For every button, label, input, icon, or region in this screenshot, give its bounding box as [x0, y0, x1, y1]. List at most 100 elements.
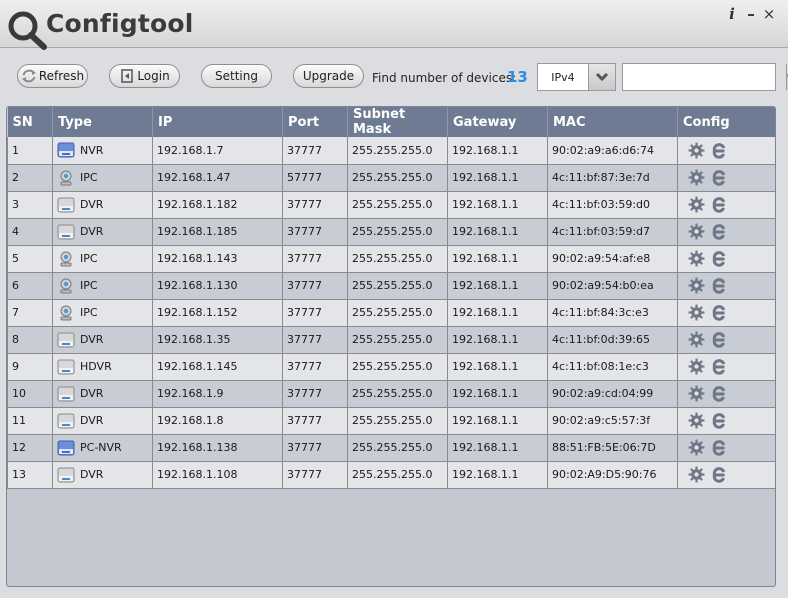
cell-gateway: 192.168.1.1: [447, 272, 548, 300]
device-config-button[interactable]: [688, 277, 705, 294]
table-row[interactable]: 2 IPC 192.168.1.47 57777 255.255.255.0 192.16…: [7, 164, 775, 192]
web-login-button[interactable]: [711, 466, 727, 483]
cell-ip: 192.168.1.35: [152, 326, 283, 354]
app-title: Configtool: [46, 9, 194, 38]
setting-button[interactable]: Setting: [201, 64, 272, 88]
column-header-sn[interactable]: SN: [7, 107, 53, 137]
setting-label: Setting: [215, 69, 258, 83]
minimize-button[interactable]: –: [743, 5, 759, 23]
web-login-button[interactable]: [711, 331, 727, 348]
cell-type: DVR: [52, 380, 153, 408]
refresh-label: Refresh: [38, 69, 85, 83]
search-input[interactable]: [623, 64, 786, 90]
table-row[interactable]: 4 DVR 192.168.1.185 37777 255.255.255.0 192.1…: [7, 218, 775, 246]
device-config-button[interactable]: [688, 250, 705, 267]
device-config-button[interactable]: [688, 412, 705, 429]
web-login-button[interactable]: [711, 358, 727, 375]
device-config-button[interactable]: [688, 304, 705, 321]
web-login-button[interactable]: [711, 169, 727, 186]
table-row[interactable]: 12 PC-NVR 192.168.1.138 37777 255.255.255.0 1…: [7, 434, 775, 462]
table-row[interactable]: 10 DVR 192.168.1.9 37777 255.255.255.0 192.16…: [7, 380, 775, 408]
cell-subnet-mask: 255.255.255.0: [347, 191, 448, 219]
nvr-icon: [57, 142, 75, 158]
cell-sn: 10: [7, 380, 53, 408]
device-config-button[interactable]: [688, 196, 705, 213]
cell-gateway: 192.168.1.1: [447, 191, 548, 219]
cell-port: 37777: [282, 137, 348, 165]
cell-type: IPC: [52, 272, 153, 300]
column-header-gateway[interactable]: Gateway: [447, 107, 548, 137]
cell-ip: 192.168.1.145: [152, 353, 283, 381]
device-config-button[interactable]: [688, 466, 705, 483]
device-config-button[interactable]: [688, 223, 705, 240]
cell-sn: 1: [7, 137, 53, 165]
dvr-icon: [57, 359, 75, 374]
cell-config: [677, 434, 775, 462]
type-label: DVR: [80, 468, 104, 481]
device-config-button[interactable]: [688, 169, 705, 186]
dropdown-arrow[interactable]: [588, 64, 615, 90]
device-config-button[interactable]: [688, 331, 705, 348]
table-row[interactable]: 1 NVR 192.168.1.7 37777 255.255.255.0 192.168…: [7, 137, 775, 165]
column-header-subnet-mask[interactable]: Subnet Mask: [347, 107, 448, 137]
info-button[interactable]: i: [724, 5, 740, 23]
ipc-camera-icon: [60, 251, 72, 266]
ip-version-select[interactable]: IPv4: [537, 63, 616, 91]
table-row[interactable]: 3 DVR 192.168.1.182 37777 255.255.255.0 192.1…: [7, 191, 775, 219]
web-browser-icon: [712, 305, 726, 321]
cell-gateway: 192.168.1.1: [447, 164, 548, 192]
table-row[interactable]: 11 DVR 192.168.1.8 37777 255.255.255.0 192.16…: [7, 407, 775, 435]
cell-subnet-mask: 255.255.255.0: [347, 407, 448, 435]
close-button[interactable]: ×: [761, 5, 777, 23]
web-login-button[interactable]: [711, 412, 727, 429]
cell-type: IPC: [52, 245, 153, 273]
web-login-button[interactable]: [711, 196, 727, 213]
cell-port: 37777: [282, 380, 348, 408]
column-header-mac[interactable]: MAC: [547, 107, 678, 137]
gear-icon: [688, 466, 705, 483]
web-login-button[interactable]: [711, 277, 727, 294]
table-row[interactable]: 8 DVR 192.168.1.35 37777 255.255.255.0 192.16…: [7, 326, 775, 354]
cell-port: 57777: [282, 164, 348, 192]
table-row[interactable]: 13 DVR 192.168.1.108 37777 255.255.255.0 192.…: [7, 461, 775, 489]
type-label: IPC: [80, 279, 98, 292]
cell-port: 37777: [282, 434, 348, 462]
gear-icon: [688, 196, 705, 213]
web-login-button[interactable]: [711, 142, 727, 159]
web-login-button[interactable]: [711, 250, 727, 267]
cell-port: 37777: [282, 218, 348, 246]
table-row[interactable]: 6 IPC 192.168.1.130 37777 255.255.255.0 192.1…: [7, 272, 775, 300]
refresh-button[interactable]: Refresh: [17, 64, 88, 88]
web-browser-icon: [712, 278, 726, 294]
gear-icon: [688, 439, 705, 456]
web-browser-icon: [712, 359, 726, 375]
web-browser-icon: [712, 251, 726, 267]
web-login-button[interactable]: [711, 385, 727, 402]
device-config-button[interactable]: [688, 142, 705, 159]
device-config-button[interactable]: [688, 439, 705, 456]
column-header-ip[interactable]: IP: [152, 107, 283, 137]
upgrade-button[interactable]: Upgrade: [293, 64, 364, 88]
cell-port: 37777: [282, 299, 348, 327]
cell-mac: 90:02:a9:cd:04:99: [547, 380, 678, 408]
login-button[interactable]: Login: [109, 64, 180, 88]
column-header-port[interactable]: Port: [282, 107, 348, 137]
cell-gateway: 192.168.1.1: [447, 407, 548, 435]
device-config-button[interactable]: [688, 385, 705, 402]
cell-subnet-mask: 255.255.255.0: [347, 299, 448, 327]
web-login-button[interactable]: [711, 304, 727, 321]
cell-config: [677, 218, 775, 246]
device-config-button[interactable]: [688, 358, 705, 375]
dvr-icon: [57, 386, 75, 401]
column-header-type[interactable]: Type: [52, 107, 153, 137]
table-row[interactable]: 5 IPC 192.168.1.143 37777 255.255.255.0 192.1…: [7, 245, 775, 273]
web-login-button[interactable]: [711, 439, 727, 456]
web-login-button[interactable]: [711, 223, 727, 240]
cell-config: [677, 326, 775, 354]
table-row[interactable]: 7 IPC 192.168.1.152 37777 255.255.255.0 192.1…: [7, 299, 775, 327]
cell-gateway: 192.168.1.1: [447, 218, 548, 246]
type-label: IPC: [80, 306, 98, 319]
table-row[interactable]: 9 HDVR 192.168.1.145 37777 255.255.255.0 192.…: [7, 353, 775, 381]
cell-subnet-mask: 255.255.255.0: [347, 461, 448, 489]
cell-mac: 4c:11:bf:03:59:d0: [547, 191, 678, 219]
